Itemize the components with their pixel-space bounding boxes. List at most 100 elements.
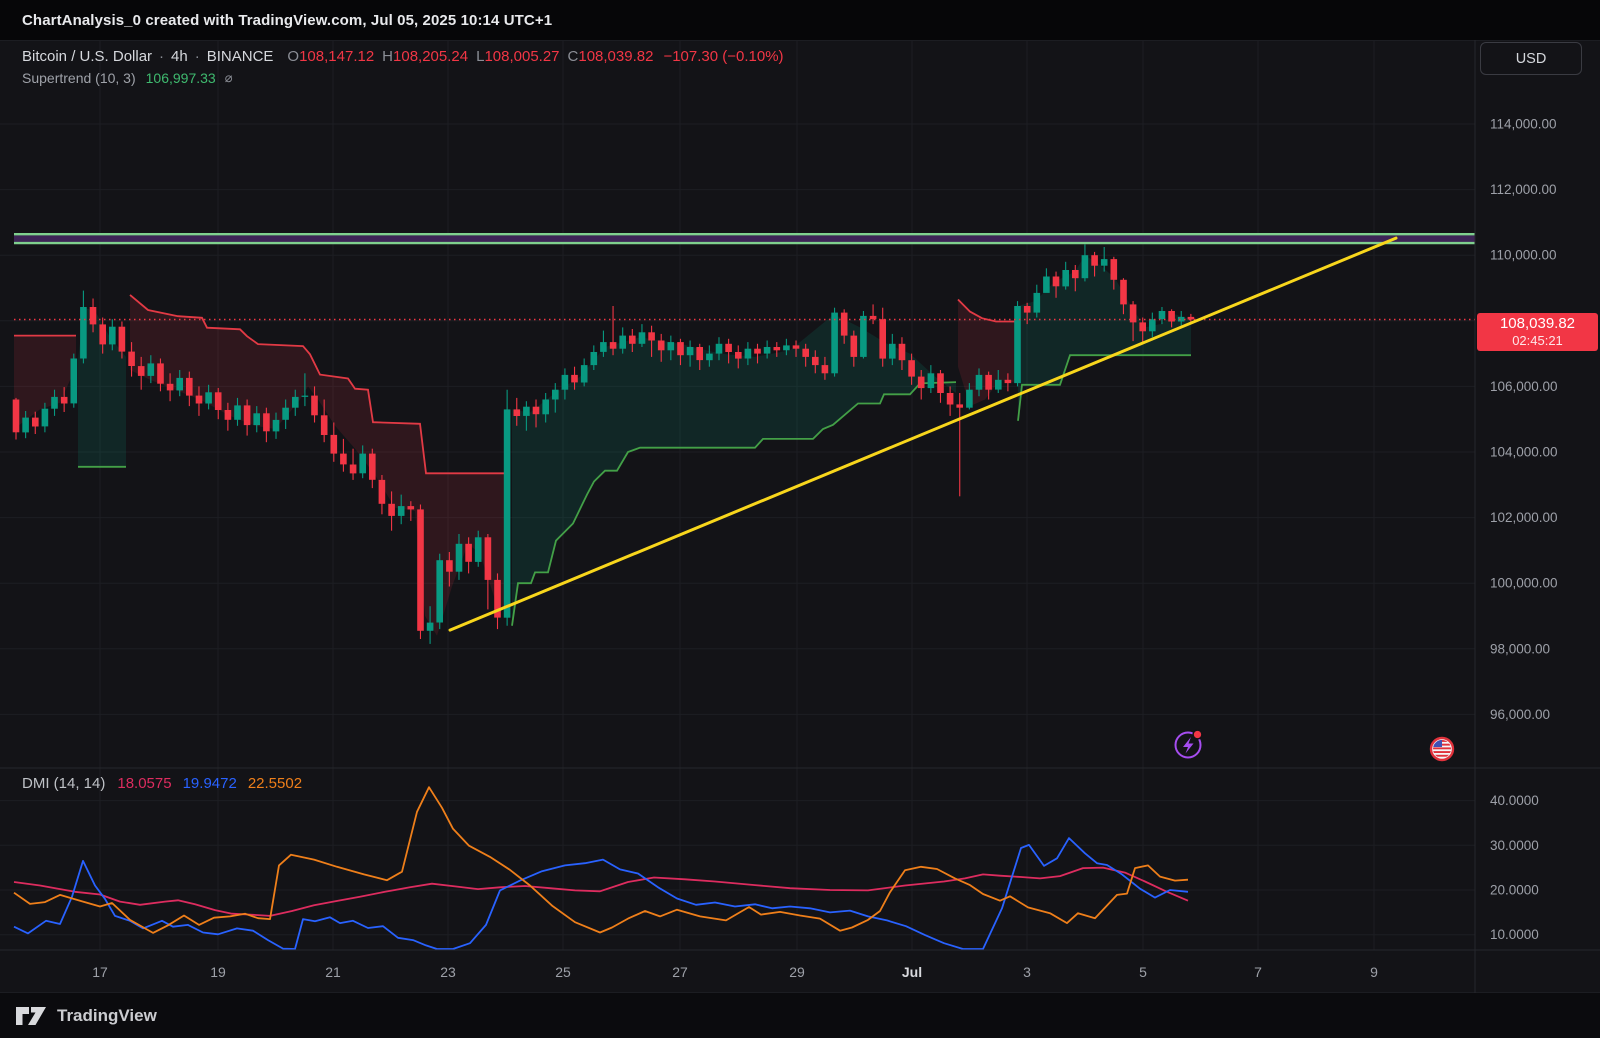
candle-body <box>668 342 675 350</box>
price-axis-label: 110,000.00 <box>1490 248 1557 263</box>
symbol-legend[interactable]: Bitcoin / U.S. Dollar · 4h · BINANCE O10… <box>22 46 784 66</box>
candle-body <box>754 349 761 354</box>
close-key: C <box>568 48 579 65</box>
candle-body <box>870 316 877 319</box>
candle-body <box>13 400 20 433</box>
candle-body <box>1014 306 1021 383</box>
candle-body <box>1188 317 1195 320</box>
ohlc-values: O108,147.12 H108,205.24 L108,005.27 C108… <box>287 48 783 65</box>
bar-countdown: 02:45:21 <box>1512 333 1563 349</box>
candle-body <box>1072 270 1079 278</box>
candle-body <box>889 344 896 359</box>
candle-body <box>745 349 752 359</box>
candle-body <box>215 392 222 410</box>
candle-body <box>1091 255 1098 266</box>
candle-body <box>985 375 992 390</box>
time-axis-label: 7 <box>1254 964 1262 980</box>
open-key: O <box>287 48 299 65</box>
candle-body <box>774 347 781 350</box>
candle-body <box>591 352 598 365</box>
candle-body <box>802 349 809 357</box>
price-axis-label: 106,000.00 <box>1490 379 1558 394</box>
time-axis-label: 3 <box>1023 964 1031 980</box>
separator: · <box>195 48 200 65</box>
candle-body <box>263 413 270 431</box>
dmi-axis-label: 20.0000 <box>1490 883 1539 898</box>
time-axis-label: 27 <box>672 964 688 980</box>
time-axis-label: 21 <box>325 964 341 980</box>
candle-body <box>408 506 415 509</box>
candle-body <box>706 354 713 361</box>
candle-body <box>966 390 973 408</box>
price-axis-label: 100,000.00 <box>1490 576 1558 591</box>
candle-body <box>138 366 145 376</box>
candle-body <box>677 342 684 355</box>
candle-body <box>610 342 617 349</box>
candle-body <box>552 390 559 400</box>
candle-body <box>456 544 463 572</box>
candle-body <box>735 352 742 359</box>
candle-body <box>648 332 655 340</box>
candle-body <box>225 410 232 420</box>
time-axis-label: 5 <box>1139 964 1147 980</box>
candle-body <box>22 418 29 433</box>
tradingview-logo-icon[interactable] <box>14 1003 48 1029</box>
separator: · <box>159 48 164 65</box>
candle-body <box>600 342 607 352</box>
candle-body <box>1111 259 1118 280</box>
candle-body <box>369 454 376 480</box>
candle-body <box>812 357 819 365</box>
candle-body <box>446 560 453 572</box>
time-axis-labels: 17192123252729Jul3579 <box>0 950 1600 993</box>
candle-body <box>1101 259 1108 266</box>
candle-body <box>99 324 106 344</box>
indicator-label[interactable]: Supertrend (10, 3) <box>22 70 136 86</box>
candle-body <box>167 384 174 391</box>
symbol-name[interactable]: Bitcoin / U.S. Dollar <box>22 48 152 65</box>
candle-body <box>1043 277 1050 293</box>
candle-body <box>937 373 944 393</box>
interval-label[interactable]: 4h <box>171 48 188 65</box>
candle-body <box>42 409 49 427</box>
candle-body <box>841 313 848 336</box>
candle-body <box>879 319 886 358</box>
candle-body <box>1082 255 1089 278</box>
dmi-axis-label: 40.0000 <box>1490 793 1539 808</box>
candle-body <box>302 396 309 397</box>
candle-body <box>176 378 183 391</box>
currency-toggle-button[interactable]: USD <box>1480 42 1582 75</box>
candle-body <box>350 465 357 474</box>
candle-body <box>244 405 251 425</box>
bottom-bar: TradingView <box>0 993 1600 1038</box>
candle-body <box>1005 380 1012 383</box>
candle-body <box>1159 311 1166 319</box>
dmi-axis-label: 30.0000 <box>1490 838 1539 853</box>
candle-body <box>1024 306 1031 313</box>
indicator-value: 106,997.33 <box>146 70 216 86</box>
high-value: 108,205.24 <box>393 48 468 65</box>
price-axis-label: 104,000.00 <box>1490 445 1558 460</box>
snapshot-title: ChartAnalysis_0 created with TradingView… <box>22 12 552 29</box>
candle-body <box>928 373 935 388</box>
candle-body <box>436 560 443 622</box>
candle-body <box>581 365 588 382</box>
candle-body <box>908 360 915 376</box>
candle-body <box>485 537 492 580</box>
indicator-legend-supertrend[interactable]: Supertrend (10, 3) 106,997.33 ⌀ <box>22 69 233 87</box>
candle-body <box>995 380 1002 390</box>
indicator-legend-dmi[interactable]: DMI (14, 14) 18.0575 19.9472 22.5502 <box>22 774 313 792</box>
candle-body <box>359 454 366 474</box>
us-flag-event-icon[interactable] <box>1431 738 1453 760</box>
candle-body <box>475 537 482 562</box>
candle-body <box>157 363 164 383</box>
candle-body <box>783 345 790 350</box>
tradingview-wordmark[interactable]: TradingView <box>57 1006 157 1026</box>
candle-body <box>831 313 838 374</box>
candle-body <box>273 420 280 432</box>
dmi-label[interactable]: DMI (14, 14) <box>22 775 105 792</box>
candle-body <box>629 336 636 344</box>
chart-canvas[interactable]: 114,000.00112,000.00110,000.00106,000.00… <box>0 0 1600 1038</box>
indicator-status-icon[interactable]: ⌀ <box>225 70 233 86</box>
change-value: −107.30 (−0.10%) <box>663 48 783 65</box>
candle-body <box>417 509 424 630</box>
